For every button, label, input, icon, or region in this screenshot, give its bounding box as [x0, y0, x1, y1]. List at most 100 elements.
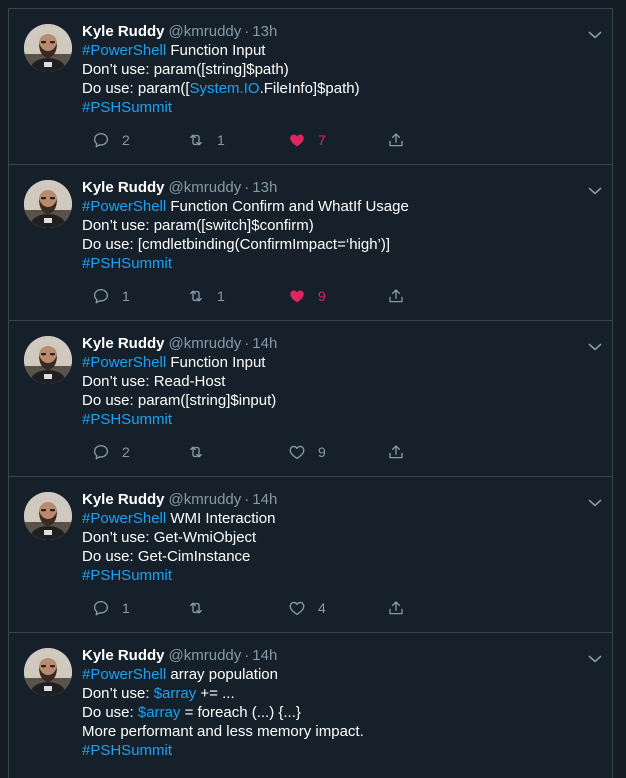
reply-button[interactable]: 1 [92, 598, 130, 618]
share-button[interactable] [387, 130, 405, 150]
tweet-content: Kyle Ruddy @kmruddy · 14h #PowerShell array … [82, 646, 592, 760]
reply-count: 2 [122, 132, 130, 148]
tweet-text-line: More performant and less memory impact. [82, 722, 592, 741]
retweet-icon [187, 287, 205, 305]
share-button[interactable] [387, 442, 405, 462]
tweet-text: Function Input [166, 354, 266, 371]
timestamp[interactable]: 13h [252, 23, 277, 40]
author-handle[interactable]: @kmruddy [169, 335, 242, 352]
chevron-down-icon[interactable] [588, 651, 602, 663]
tweet[interactable]: Kyle Ruddy @kmruddy · 13h #PowerShell Functi… [9, 9, 612, 165]
retweet-count: 1 [217, 132, 225, 148]
author-handle[interactable]: @kmruddy [169, 647, 242, 664]
like-button[interactable]: 9 [288, 442, 326, 462]
retweet-button[interactable] [187, 442, 217, 462]
like-button[interactable]: 7 [288, 130, 326, 150]
chevron-down-icon[interactable] [588, 339, 602, 351]
tweet-text-line: Don’t use: Get-WmiObject [82, 528, 592, 547]
tweet[interactable]: Kyle Ruddy @kmruddy · 14h #PowerShell Functi… [9, 321, 612, 477]
reply-count: 1 [122, 600, 130, 616]
hashtag-link[interactable]: #PSHSummit [82, 411, 172, 428]
tweet-header: Kyle Ruddy @kmruddy · 13h [82, 178, 592, 197]
like-count: 9 [318, 288, 326, 304]
author-handle[interactable]: @kmruddy [169, 491, 242, 508]
reply-icon [92, 131, 110, 149]
tweet-content: Kyle Ruddy @kmruddy · 14h #PowerShell Functi… [82, 334, 592, 429]
share-icon [387, 287, 405, 305]
tweet[interactable]: Kyle Ruddy @kmruddy · 14h #PowerShell WMI In… [9, 477, 612, 633]
share-button[interactable] [387, 286, 405, 306]
like-count: 9 [318, 444, 326, 460]
avatar[interactable] [24, 648, 72, 696]
hashtag-link[interactable]: #PowerShell [82, 354, 166, 371]
author-name[interactable]: Kyle Ruddy [82, 647, 165, 664]
author-name[interactable]: Kyle Ruddy [82, 23, 165, 40]
retweet-button[interactable]: 1 [187, 130, 225, 150]
tweet-actions: 29 [82, 442, 412, 462]
hashtag-link[interactable]: #PowerShell [82, 198, 166, 215]
hashtag-link[interactable]: #PowerShell [82, 42, 166, 59]
heart-icon [288, 287, 306, 305]
tweet-header: Kyle Ruddy @kmruddy · 14h [82, 646, 592, 665]
tweet-text-line: Don’t use: param([string]$path) [82, 60, 592, 79]
hashtag-link[interactable]: $array [138, 704, 181, 721]
reply-button[interactable]: 2 [92, 442, 130, 462]
author-name[interactable]: Kyle Ruddy [82, 491, 165, 508]
share-button[interactable] [387, 598, 405, 618]
like-button[interactable]: 9 [288, 286, 326, 306]
tweet[interactable]: Kyle Ruddy @kmruddy · 13h #PowerShell Functi… [9, 165, 612, 321]
hashtag-link[interactable]: #PSHSummit [82, 567, 172, 584]
tweet-text-line: #PSHSummit [82, 741, 592, 760]
tweet-text: Do use: param([ [82, 80, 190, 97]
hashtag-link[interactable]: #PSHSummit [82, 742, 172, 759]
author-name[interactable]: Kyle Ruddy [82, 335, 165, 352]
timeline: Kyle Ruddy @kmruddy · 13h #PowerShell Functi… [8, 8, 613, 778]
tweet-text-line: #PSHSummit [82, 254, 592, 273]
hashtag-link[interactable]: $array [154, 685, 197, 702]
share-icon [387, 443, 405, 461]
reply-button[interactable]: 1 [92, 286, 130, 306]
tweet-text-line: #PowerShell Function Confirm and WhatIf … [82, 197, 592, 216]
tweet[interactable]: Kyle Ruddy @kmruddy · 14h #PowerShell array … [9, 633, 612, 778]
timestamp[interactable]: 13h [252, 179, 277, 196]
retweet-count: 1 [217, 288, 225, 304]
hashtag-link[interactable]: #PowerShell [82, 510, 166, 527]
hashtag-link[interactable]: #PSHSummit [82, 99, 172, 116]
separator-dot: · [244, 491, 250, 508]
chevron-down-icon[interactable] [588, 495, 602, 507]
retweet-button[interactable]: 1 [187, 286, 225, 306]
tweet-text-line: Do use: param([System.IO.FileInfo]$path) [82, 79, 592, 98]
tweet-text-line: Don’t use: $array += ... [82, 684, 592, 703]
heart-icon [288, 131, 306, 149]
tweet-text: = foreach (...) {...} [180, 704, 301, 721]
avatar[interactable] [24, 180, 72, 228]
avatar[interactable] [24, 24, 72, 72]
tweet-header: Kyle Ruddy @kmruddy · 14h [82, 334, 592, 353]
author-handle[interactable]: @kmruddy [169, 23, 242, 40]
retweet-icon [187, 131, 205, 149]
tweet-text-line: #PowerShell WMI Interaction [82, 509, 592, 528]
timestamp[interactable]: 14h [252, 491, 277, 508]
avatar[interactable] [24, 492, 72, 540]
hashtag-link[interactable]: #PSHSummit [82, 255, 172, 272]
author-name[interactable]: Kyle Ruddy [82, 179, 165, 196]
retweet-icon [187, 443, 205, 461]
chevron-down-icon[interactable] [588, 27, 602, 39]
tweet-text-line: Do use: Get-CimInstance [82, 547, 592, 566]
tweet-header: Kyle Ruddy @kmruddy · 14h [82, 490, 592, 509]
author-handle[interactable]: @kmruddy [169, 179, 242, 196]
chevron-down-icon[interactable] [588, 183, 602, 195]
timestamp[interactable]: 14h [252, 647, 277, 664]
hashtag-link[interactable]: System.IO [190, 80, 260, 97]
retweet-button[interactable] [187, 598, 217, 618]
tweet-text-line: Do use: [cmdletbinding(ConfirmImpact=‘hi… [82, 235, 592, 254]
like-button[interactable]: 4 [288, 598, 326, 618]
timestamp[interactable]: 14h [252, 335, 277, 352]
separator-dot: · [244, 335, 250, 352]
tweet-text-line: #PowerShell array population [82, 665, 592, 684]
separator-dot: · [244, 179, 250, 196]
reply-icon [92, 287, 110, 305]
avatar[interactable] [24, 336, 72, 384]
reply-button[interactable]: 2 [92, 130, 130, 150]
hashtag-link[interactable]: #PowerShell [82, 666, 166, 683]
